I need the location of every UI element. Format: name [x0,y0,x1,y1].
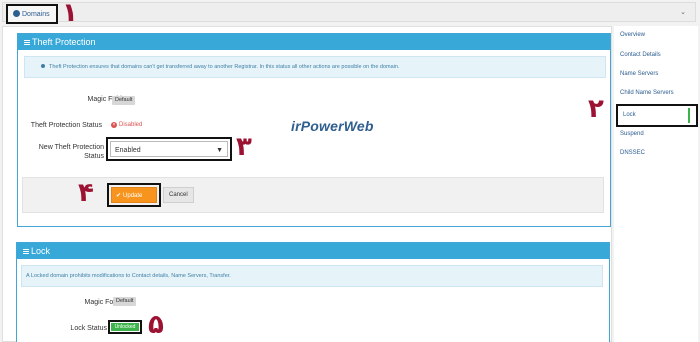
active-accent [688,108,690,123]
lock-status-badge: Unlocked [111,323,139,331]
theft-info-alert: Theft Protection ensures that domains ca… [24,56,606,78]
annotation-1: ١ [62,0,78,28]
menu-bars-icon [23,249,29,254]
theft-status-value: × Disabled [111,122,142,128]
annotation-3: ٣ [236,132,252,162]
caret-down-icon: ▼ [216,147,223,154]
chevron-down-icon[interactable]: ⌄ [680,8,686,16]
update-highlight: ✔ Update [107,183,161,207]
lock-panel: Lock A Locked domain prohibits modificat… [16,242,610,342]
sidebar-item-lock-label: Lock [623,112,636,118]
sidebar-item-child-name-servers[interactable]: Child Name Servers [620,90,674,96]
lock-info-alert: A Locked domain prohibits modifications … [21,265,603,287]
menu-bars-icon [24,40,30,45]
update-label: Update [123,193,143,199]
theft-status-select[interactable]: Enabled ▼ [110,141,228,157]
update-button[interactable]: ✔ Update [111,187,157,203]
sidebar-item-name-servers[interactable]: Name Servers [620,71,658,77]
sidebar-item-dnssec[interactable]: DNSSEC [620,150,645,156]
info-icon [41,64,45,68]
new-status-label-line2: Status [84,153,104,160]
sidebar-item-lock[interactable]: Lock [616,104,698,127]
new-status-label-line1: New Theft Protection [38,144,104,151]
lock-title: Lock [31,246,51,256]
lock-info-text: A Locked domain prohibits modifications … [26,273,231,279]
check-icon: ✔ [116,193,122,199]
info-text: Theft Protection ensures that domains ca… [49,64,400,70]
sidebar-item-contact-details[interactable]: Contact Details [620,52,661,58]
watermark-logo: irPowerWeb [291,118,374,134]
lock-magic-folder-badge: Default [113,297,137,306]
cancel-button[interactable]: Cancel [163,187,194,203]
unlocked-highlight: Unlocked [108,320,142,334]
action-well: ✔ Update Cancel [22,177,604,213]
breadcrumb-label: Domains [22,11,50,18]
breadcrumb-bar: Domains ⌄ [2,2,696,24]
sidebar-item-overview[interactable]: Overview [620,32,645,38]
lock-header: Lock [17,243,609,259]
theft-status-label: Theft Protection Status [30,122,102,129]
sidebar-item-suspend[interactable]: Suspend [620,131,644,137]
theft-protection-header: Theft Protection [18,34,610,50]
globe-icon [13,10,20,17]
panel-title: Theft Protection [32,37,96,47]
annotation-5: ۵ [148,310,164,340]
lock-status-label: Lock Status [70,325,107,332]
magic-folder-badge: Default [112,96,136,105]
disabled-text: Disabled [119,122,143,128]
breadcrumb-domains[interactable]: Domains [6,4,58,24]
annotation-2: ٢ [588,94,604,124]
annotation-4: ۴ [78,178,94,208]
new-status-label: New Theft Protection Status [28,144,104,160]
select-highlight: Enabled ▼ [106,137,232,161]
select-value: Enabled [115,147,141,154]
domain-sidebar: Overview Contact Details Name Servers Ch… [614,26,698,342]
disabled-icon: × [111,122,117,128]
